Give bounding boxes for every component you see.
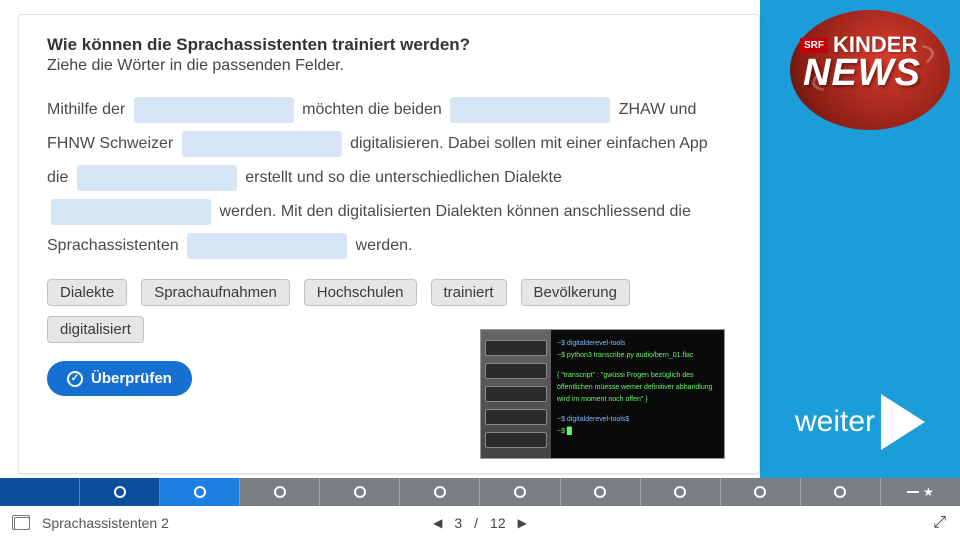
thumbnail-image: ~$ digitalderevel-tools ~$ python3 trans… [480,329,725,459]
lesson-title: Sprachassistenten 2 [42,515,169,531]
drop-gap-1[interactable] [134,97,294,123]
word-chip[interactable]: Hochschulen [304,279,417,306]
progress-step-3[interactable] [160,478,240,506]
terminal-screen: ~$ digitalderevel-tools ~$ python3 trans… [551,330,724,458]
question-card: Wie können die Sprachassistenten trainie… [18,14,760,474]
word-chip[interactable]: Dialekte [47,279,127,306]
word-chip[interactable]: trainiert [431,279,507,306]
cards-icon[interactable] [14,517,30,530]
check-button[interactable]: ✓ Überprüfen [47,361,192,396]
question-title: Wie können die Sprachassistenten trainie… [47,35,731,55]
page-current: 3 [454,515,462,531]
drop-gap-6[interactable] [187,233,347,259]
cloze-text: Mithilfe der möchten die beiden ZHAW und… [47,93,731,263]
star-icon: ★ [923,485,934,499]
footer-bar: Sprachassistenten 2 ◀ 3 / 12 ▶ ⤢ [0,506,960,540]
next-label: weiter [795,405,875,439]
drop-gap-2[interactable] [450,97,610,123]
prev-page-button[interactable]: ◀ [433,516,442,530]
cloze-part: Mithilfe der [47,101,130,118]
fullscreen-icon[interactable]: ⤢ [933,514,946,532]
word-chip[interactable]: digitalisiert [47,316,144,343]
progress-step-1[interactable] [0,478,80,506]
progress-step-2[interactable] [80,478,160,506]
progress-step-10[interactable] [721,478,801,506]
pager: ◀ 3 / 12 ▶ [433,515,527,531]
progress-step-9[interactable] [641,478,721,506]
progress-step-6[interactable] [400,478,480,506]
progress-step-7[interactable] [480,478,560,506]
srf-badge: SRF [800,38,828,53]
news-text: NEWS [803,52,921,95]
progress-step-12[interactable]: ★ [881,478,960,506]
word-chip[interactable]: Sprachaufnahmen [141,279,290,306]
progress-step-8[interactable] [561,478,641,506]
drop-gap-4[interactable] [77,165,237,191]
progress-step-4[interactable] [240,478,320,506]
question-subtitle: Ziehe die Wörter in die passenden Felder… [47,57,731,75]
cloze-part: erstellt und so die unterschiedlichen Di… [241,169,562,186]
drop-gap-3[interactable] [182,131,342,157]
page-sep: / [474,515,478,531]
cassette-stack [481,330,551,458]
play-icon [881,394,925,450]
progress-step-11[interactable] [801,478,881,506]
right-sidebar: SRF KINDER NEWS weiter [760,0,960,478]
cloze-part: möchten die beiden [298,101,447,118]
progress-step-5[interactable] [320,478,400,506]
drop-gap-5[interactable] [51,199,211,225]
progress-bar: ★ [0,478,960,506]
page-total: 12 [490,515,506,531]
word-chip[interactable]: Bevölkerung [521,279,630,306]
next-button[interactable]: weiter [760,394,960,450]
cloze-part: werden. [351,237,412,254]
check-icon: ✓ [67,371,83,387]
kinder-news-logo: SRF KINDER NEWS [785,10,950,130]
check-label: Überprüfen [91,370,172,387]
next-page-button[interactable]: ▶ [518,516,527,530]
